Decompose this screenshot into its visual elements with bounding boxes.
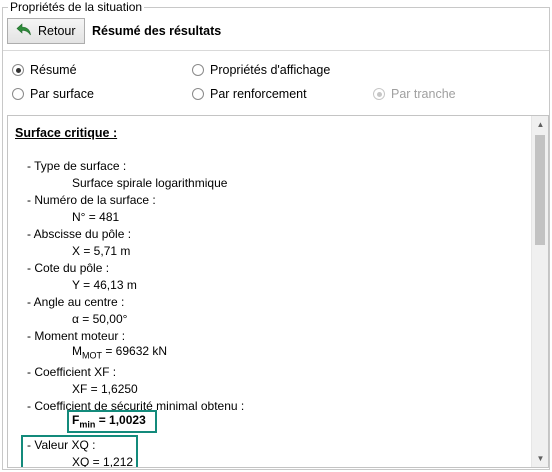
group-title: Propriétés de la situation <box>8 0 145 14</box>
section-title: Surface critique : <box>15 126 118 140</box>
header-row: Retour Résumé des résultats <box>7 18 221 44</box>
radio-dot <box>192 88 204 100</box>
xq-highlight-box <box>21 435 138 467</box>
item-value: X = 5,71 m <box>72 244 131 258</box>
item-value: XF = 1,6250 <box>72 382 138 396</box>
radio-by-slice: Par tranche <box>373 87 456 101</box>
item-label: - Type de surface : <box>27 159 127 173</box>
radio-by-reinforcement[interactable]: Par renforcement <box>192 87 307 101</box>
radio-dot <box>192 64 204 76</box>
radio-by-surface[interactable]: Par surface <box>12 87 94 101</box>
scroll-up-icon[interactable]: ▲ <box>532 116 548 133</box>
item-value: MMOT = 69632 kN <box>72 344 167 360</box>
radio-label: Par renforcement <box>210 87 307 101</box>
vertical-scrollbar[interactable]: ▲ ▼ <box>531 116 548 467</box>
radio-dot <box>12 88 24 100</box>
radio-dot <box>12 64 24 76</box>
radio-label: Par tranche <box>391 87 456 101</box>
value-symbol: M <box>72 344 82 358</box>
item-label: - Abscisse du pôle : <box>27 227 132 241</box>
back-button-label: Retour <box>38 24 76 38</box>
radio-display-properties[interactable]: Propriétés d'affichage <box>192 63 330 77</box>
radio-resume[interactable]: Résumé <box>12 63 77 77</box>
item-value: N° = 481 <box>72 210 120 224</box>
header-divider <box>3 50 549 51</box>
value-subscript: MOT <box>82 350 102 361</box>
radio-label: Propriétés d'affichage <box>210 63 331 77</box>
radio-label: Résumé <box>30 63 77 77</box>
radio-dot <box>373 88 385 100</box>
item-label: - Numéro de la surface : <box>27 193 156 207</box>
item-value: α = 50,00° <box>72 312 128 326</box>
item-label: - Cote du pôle : <box>27 261 110 275</box>
back-button[interactable]: Retour <box>7 18 85 44</box>
item-label: - Coefficient XF : <box>27 365 117 379</box>
item-label: - Angle au centre : <box>27 295 125 309</box>
results-panel[interactable]: Surface critique : - Type de surface : S… <box>7 115 549 468</box>
radio-label: Par surface <box>30 87 94 101</box>
item-value: Surface spirale logarithmique <box>72 176 228 190</box>
back-arrow-icon <box>16 22 32 40</box>
scroll-down-icon[interactable]: ▼ <box>532 450 548 467</box>
page-title: Résumé des résultats <box>92 24 222 38</box>
scroll-thumb[interactable] <box>535 135 545 245</box>
item-label: - Moment moteur : <box>27 329 126 343</box>
item-value: Y = 46,13 m <box>72 278 137 292</box>
value-number: = 69632 kN <box>102 344 168 358</box>
fmin-highlight-box <box>67 410 157 433</box>
